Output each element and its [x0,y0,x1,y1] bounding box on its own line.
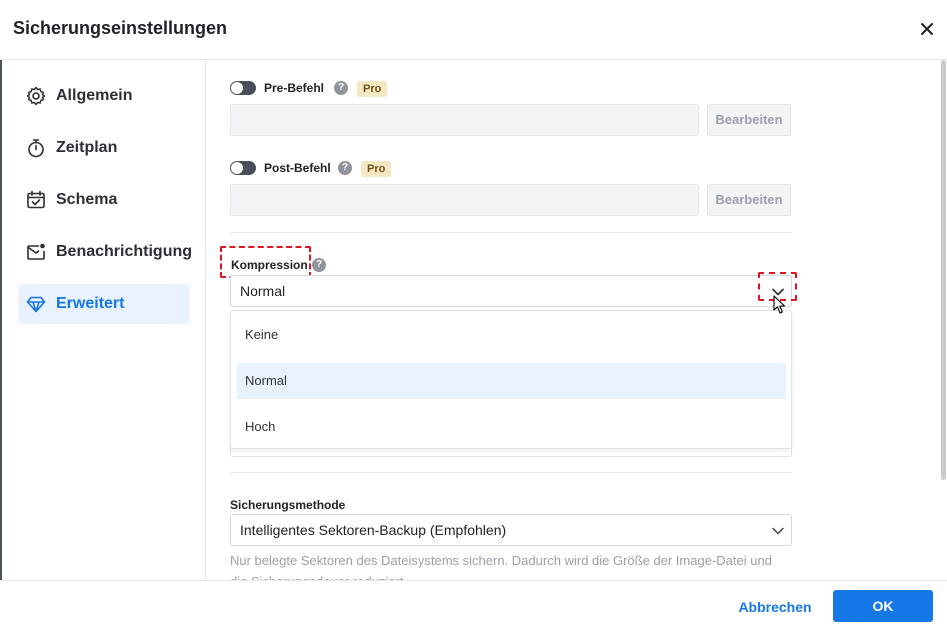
sidebar-item-zeitplan[interactable]: Zeitplan [18,128,190,168]
settings-content: Pre-Befehl ? Pro Bearbeiten Post-Befehl … [207,60,937,580]
sidebar-item-erweitert[interactable]: Erweitert [18,284,190,324]
calendar-check-icon [26,190,46,210]
pre-command-label: Pre-Befehl [264,81,325,95]
compression-option-keine[interactable]: Keine [237,317,786,353]
sidebar-item-label: Schema [56,191,118,208]
chevron-down-icon [772,527,784,535]
highlight-compression-label [220,246,311,278]
backup-method-description: Nur belegte Sektoren des Dateisystems si… [230,553,772,580]
sidebar-item-benachrichtigung[interactable]: Benachrichtigung [18,232,193,272]
dialog-footer: Abbrechen OK [0,580,947,639]
scrollbar-thumb[interactable] [941,60,946,480]
sidebar-item-schema[interactable]: Schema [18,180,190,220]
diamond-icon [26,294,46,314]
backup-method-selected-value: Intelligentes Sektoren-Backup (Empfohlen… [240,522,507,538]
help-icon[interactable]: ? [334,81,348,95]
title-bar: Sicherungseinstellungen [0,0,947,60]
highlight-dropdown-arrow [758,272,797,301]
ok-button[interactable]: OK [833,590,933,622]
cancel-button[interactable]: Abbrechen [730,591,820,623]
help-icon[interactable]: ? [312,258,326,272]
post-command-toggle[interactable] [230,161,256,175]
divider [230,472,792,473]
stopwatch-icon [26,138,46,158]
sidebar-item-allgemein[interactable]: Allgemein [18,76,190,116]
sidebar-item-label: Erweitert [56,295,125,312]
toggle-knob [231,162,243,174]
sidebar-item-label: Benachrichtigung [56,243,193,260]
backup-method-label: Sicherungsmethode [230,498,346,512]
pro-badge: Pro [357,81,388,97]
compression-option-normal[interactable]: Normal [237,363,786,399]
post-command-label: Post-Befehl [264,161,331,175]
window-title: Sicherungseinstellungen [13,18,228,38]
sidebar: Allgemein Zeitplan Schema Benachrichtigu… [0,60,206,580]
gear-icon [26,86,46,106]
divider [230,232,792,233]
close-button[interactable] [914,16,940,42]
pre-command-toggle[interactable] [230,81,256,95]
compression-option-hoch[interactable]: Hoch [237,409,786,445]
close-icon [921,23,933,35]
pre-command-edit-button[interactable]: Bearbeiten [707,104,791,136]
post-command-edit-button[interactable]: Bearbeiten [707,184,791,216]
compression-select[interactable]: Normal [230,275,792,307]
pro-badge: Pro [361,161,392,177]
mail-notification-icon [26,242,46,262]
toggle-knob [231,82,243,94]
help-icon[interactable]: ? [338,161,352,175]
scrollbar[interactable] [940,60,947,580]
sidebar-item-label: Zeitplan [56,139,118,156]
post-command-input[interactable] [230,184,699,216]
backup-method-select[interactable]: Intelligentes Sektoren-Backup (Empfohlen… [230,514,792,546]
pre-command-input[interactable] [230,104,699,136]
sidebar-item-label: Allgemein [56,87,133,104]
compression-dropdown-menu: Keine Normal Hoch [230,310,792,449]
compression-selected-value: Normal [240,283,286,299]
